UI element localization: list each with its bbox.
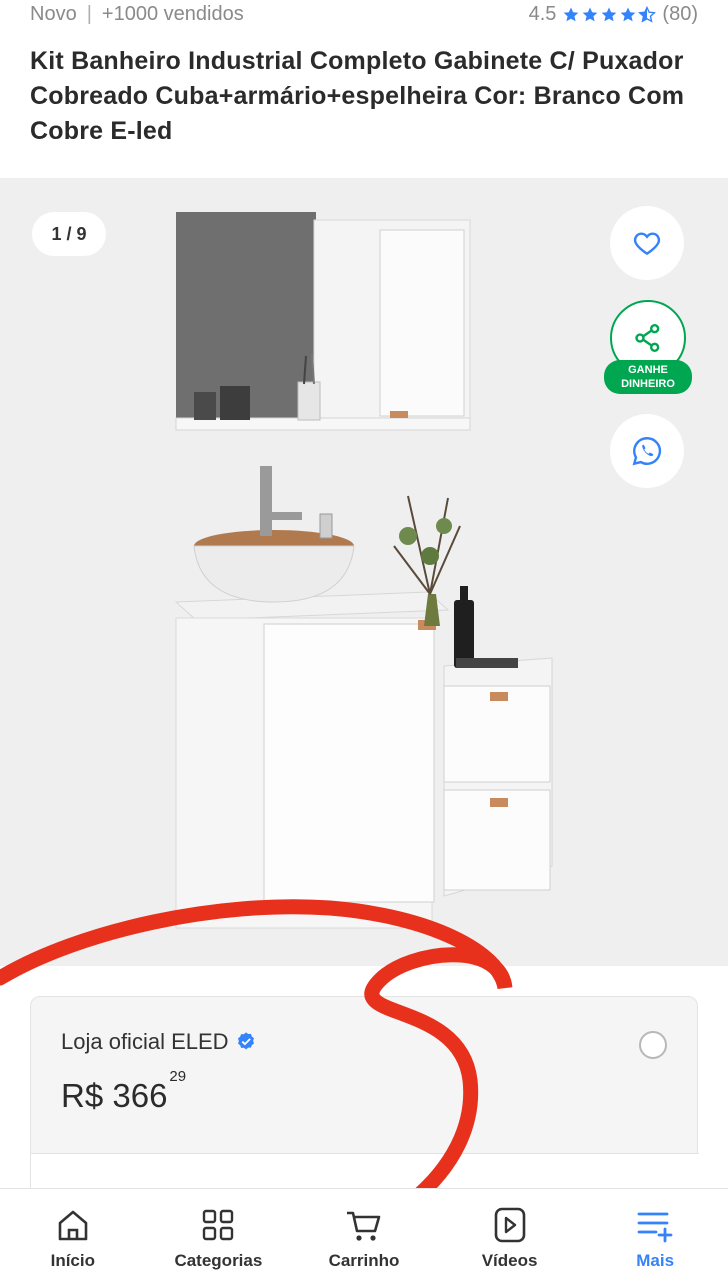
image-gallery[interactable]: 1 / 9 GANHE DINHEIRO: [0, 178, 728, 966]
menu-plus-icon: [637, 1212, 673, 1243]
earn-money-badge: GANHE DINHEIRO: [604, 360, 692, 394]
nav-label: Carrinho: [328, 1251, 400, 1270]
whatsapp-icon: [632, 437, 662, 466]
rating-value: 4.5: [528, 3, 557, 25]
review-count: (80): [662, 3, 698, 25]
price-currency: R$: [61, 1077, 104, 1114]
image-counter: 1 / 9: [32, 212, 106, 256]
verified-icon: [237, 1032, 254, 1050]
bottom-nav: Início Categorias Carrinho Vídeos Mais: [0, 1188, 728, 1280]
offer-card[interactable]: Loja oficial ELED R$ 36629: [30, 996, 699, 1213]
earn-badge-line2: DINHEIRO: [621, 378, 675, 390]
share-earn-button[interactable]: GANHE DINHEIRO: [604, 300, 692, 396]
seller-name: Loja oficial ELED: [61, 1029, 229, 1054]
rating-summary[interactable]: 4.5 (80): [529, 3, 698, 26]
nav-label: Vídeos: [481, 1251, 538, 1270]
nav-item-categorias[interactable]: Categorias: [146, 1189, 292, 1280]
sold-count: +1000 vendidos: [101, 3, 244, 25]
condition-sold: Novo | +1000 vendidos: [30, 3, 244, 26]
star-icon: [583, 7, 598, 21]
meta-row: Novo | +1000 vendidos 4.5 (80): [0, 0, 728, 32]
nav-item-inicio[interactable]: Início: [0, 1189, 146, 1280]
product-image: [174, 212, 553, 929]
home-icon: [58, 1210, 88, 1241]
star-icon: [621, 7, 636, 21]
star-icon: [564, 7, 579, 21]
price-integer: 366: [112, 1077, 168, 1114]
star-half-icon: [638, 5, 657, 23]
nav-label: Início: [50, 1251, 95, 1270]
seller-row: Loja oficial ELED: [61, 1029, 257, 1055]
price: R$ 36629: [61, 1068, 186, 1115]
nav-label: Mais: [636, 1251, 675, 1270]
product-title: Kit Banheiro Industrial Completo Gabinet…: [30, 47, 685, 145]
cart-icon: [346, 1211, 381, 1241]
nav-item-videos[interactable]: Vídeos: [437, 1189, 583, 1280]
nav-item-carrinho[interactable]: Carrinho: [291, 1189, 437, 1280]
offer-radio[interactable]: [639, 1031, 667, 1059]
condition-label: Novo: [30, 3, 77, 25]
categories-icon: [203, 1209, 234, 1241]
heart-icon: [633, 232, 661, 256]
star-icon: [602, 7, 617, 21]
nav-label: Categorias: [174, 1251, 263, 1270]
favorite-button[interactable]: [610, 206, 684, 280]
price-cents: 29: [169, 1068, 187, 1085]
whatsapp-share-button[interactable]: [610, 414, 684, 488]
earn-badge-line1: GANHE: [628, 364, 668, 376]
video-icon: [494, 1207, 525, 1243]
separator: |: [86, 3, 92, 25]
rating-stars: [562, 5, 657, 24]
product-page: Novo | +1000 vendidos 4.5 (80) Kit Banheir…: [0, 0, 728, 1280]
nav-item-mais[interactable]: Mais: [582, 1189, 728, 1280]
share-icon: [635, 324, 660, 352]
